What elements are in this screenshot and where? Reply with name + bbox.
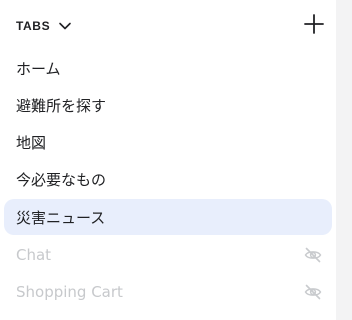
eye-off-icon[interactable] [304,283,322,301]
tab-item-label: 地図 [16,133,47,152]
tab-item-label: 避難所を探す [16,96,107,115]
tab-item-label: Shopping Cart [16,283,123,301]
tabs-header: TABS [0,0,336,50]
tab-item-label: 今必要なもの [16,170,107,189]
tab-item-needed-items[interactable]: 今必要なもの [4,161,332,197]
tab-item-label: ホーム [16,59,61,78]
tabs-section-toggle[interactable]: TABS [16,15,72,37]
tab-item-home[interactable]: ホーム [4,50,332,86]
tab-item-map[interactable]: 地図 [4,124,332,160]
tab-item-label: 災害ニュース [16,208,106,227]
tab-item-find-shelter[interactable]: 避難所を探す [4,87,332,123]
plus-icon[interactable] [302,12,326,36]
tab-item-disaster-news[interactable]: 災害ニュース [4,199,332,235]
tab-item-label: Chat [16,246,52,264]
tabs-panel: TABS ホーム 避難所を探す 地図 今必要なもの 災害ニュース Chat Sh… [0,0,336,320]
tabs-title: TABS [16,19,51,33]
eye-off-icon[interactable] [304,246,322,264]
scrollbar-track[interactable] [336,0,352,320]
chevron-down-icon [59,22,71,30]
tab-item-chat[interactable]: Chat [4,237,332,273]
tab-item-shopping-cart[interactable]: Shopping Cart [4,274,332,310]
